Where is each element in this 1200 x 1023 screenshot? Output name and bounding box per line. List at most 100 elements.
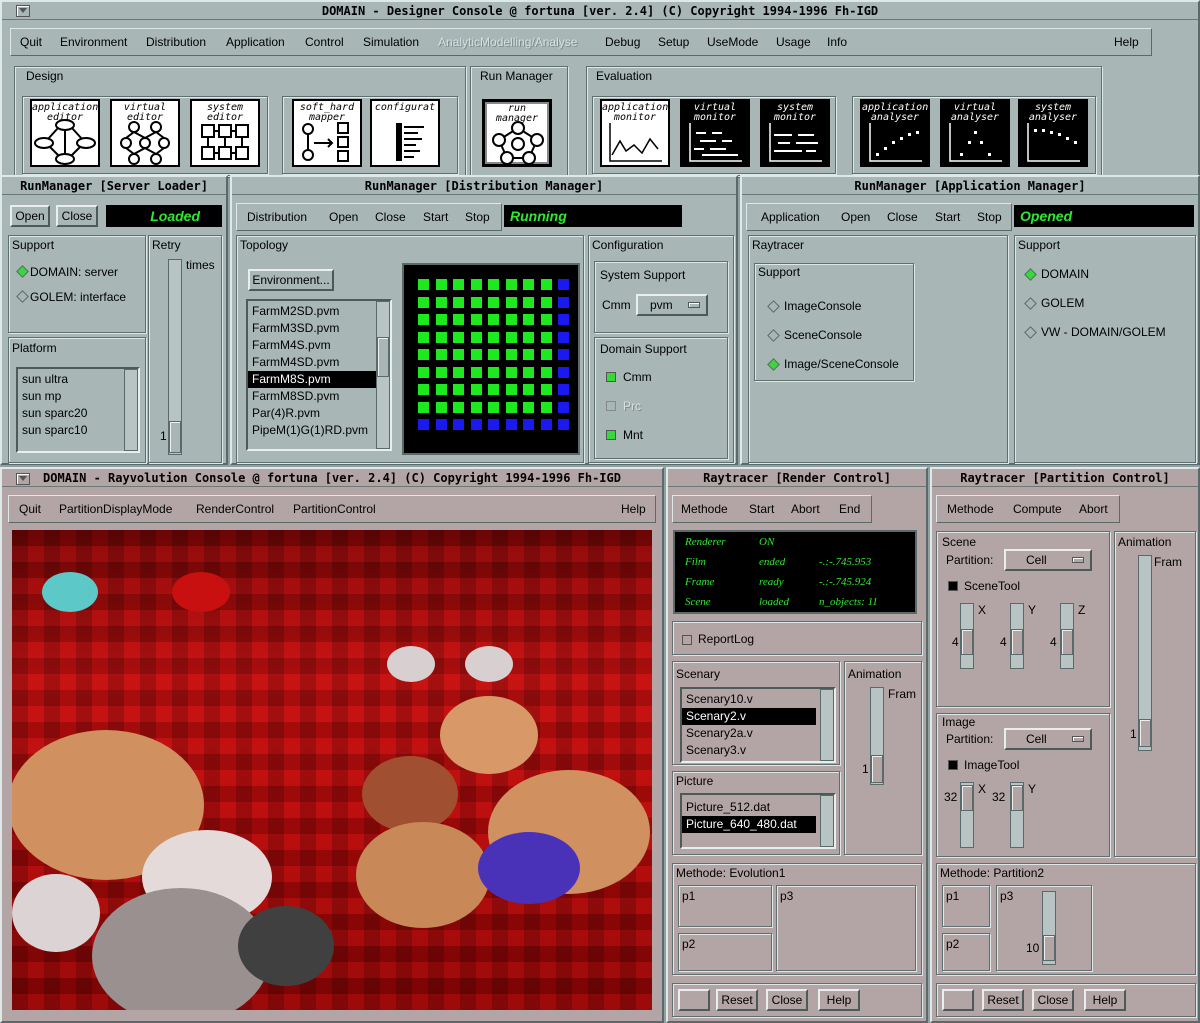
picture-list[interactable]: Picture_512.dat Picture_640_480.dat <box>680 793 836 849</box>
list-item[interactable]: Scenary10.v <box>682 691 834 708</box>
system-monitor-tool[interactable]: system monitor <box>760 99 830 167</box>
menu-distribution[interactable]: Distribution <box>146 35 206 49</box>
list-item[interactable]: PipeM(1)G(1)RD.pvm <box>248 422 390 439</box>
menu-partition-display-mode[interactable]: PartitionDisplayMode <box>59 502 172 516</box>
blank-button[interactable] <box>942 989 974 1011</box>
menu-compute[interactable]: Compute <box>1013 502 1062 516</box>
animation-slider-thumb[interactable] <box>871 755 883 783</box>
help-button[interactable]: Help <box>1084 989 1126 1011</box>
menu-help[interactable]: Help <box>621 502 646 516</box>
image-y-slider-thumb[interactable] <box>1011 785 1023 811</box>
list-item[interactable]: sun ultra <box>18 371 138 388</box>
application-monitor-tool[interactable]: application monitor <box>600 99 670 167</box>
menu-render-control[interactable]: RenderControl <box>196 502 274 516</box>
y-slider-thumb[interactable] <box>1011 629 1023 655</box>
menu-application[interactable]: Application <box>761 210 820 224</box>
menu-quit[interactable]: Quit <box>20 35 42 49</box>
scene-tool-checkbox[interactable] <box>948 581 958 591</box>
list-item[interactable]: Scenary3.v <box>682 742 834 759</box>
soft-hard-mapper-tool[interactable]: soft_hard mapper <box>292 99 362 167</box>
menu-start[interactable]: Start <box>935 210 960 224</box>
cmm-dropdown[interactable]: pvm <box>636 294 708 316</box>
image-tool-checkbox[interactable] <box>948 760 958 770</box>
menu-environment[interactable]: Environment <box>60 35 127 49</box>
list-item-selected[interactable]: Scenary2.v <box>682 708 816 725</box>
scenary-list[interactable]: Scenary10.v Scenary2.v Scenary2a.v Scena… <box>680 687 836 763</box>
p3-slider-thumb[interactable] <box>1043 935 1055 961</box>
list-item[interactable]: sun sparc10 <box>18 422 138 439</box>
menu-simulation[interactable]: Simulation <box>363 35 419 49</box>
list-item-selected[interactable]: FarmM8S.pvm <box>248 371 376 388</box>
application-editor-tool[interactable]: application editor <box>30 99 100 167</box>
image-x-slider-thumb[interactable] <box>961 785 973 811</box>
help-button[interactable]: Help <box>818 989 860 1011</box>
cmm-checkbox[interactable] <box>606 372 616 382</box>
menu-setup[interactable]: Setup <box>658 35 689 49</box>
virtual-analyser-tool[interactable]: virtual analyser <box>940 99 1010 167</box>
open-button[interactable]: Open <box>10 205 50 227</box>
system-editor-tool[interactable]: system editor <box>190 99 260 167</box>
scene-partition-dropdown[interactable]: Cell <box>1004 549 1092 571</box>
list-item[interactable]: Scenary2a.v <box>682 725 834 742</box>
menu-end[interactable]: End <box>839 502 860 516</box>
menu-close[interactable]: Close <box>887 210 918 224</box>
menu-start[interactable]: Start <box>749 502 774 516</box>
environment-button[interactable]: Environment... <box>248 269 334 291</box>
menu-start[interactable]: Start <box>423 210 448 224</box>
menu-application[interactable]: Application <box>226 35 285 49</box>
system-analyser-tool[interactable]: system analyser <box>1018 99 1088 167</box>
list-item[interactable]: sun sparc20 <box>18 405 138 422</box>
menu-close[interactable]: Close <box>375 210 406 224</box>
image-partition-dropdown[interactable]: Cell <box>1004 728 1092 750</box>
menu-open[interactable]: Open <box>841 210 870 224</box>
menu-quit[interactable]: Quit <box>19 502 41 516</box>
menu-abort[interactable]: Abort <box>1079 502 1108 516</box>
virtual-monitor-tool[interactable]: virtual monitor <box>680 99 750 167</box>
x-slider-thumb[interactable] <box>961 629 973 655</box>
menu-stop[interactable]: Stop <box>977 210 1002 224</box>
menu-partition-control[interactable]: PartitionControl <box>293 502 376 516</box>
list-item[interactable]: sun mp <box>18 388 138 405</box>
menu-methode[interactable]: Methode <box>947 502 994 516</box>
menu-methode[interactable]: Methode <box>681 502 728 516</box>
animation-slider-thumb[interactable] <box>1139 719 1151 747</box>
close-button[interactable]: Close <box>766 989 808 1011</box>
list-item-selected[interactable]: Picture_640_480.dat <box>682 816 816 833</box>
report-log-checkbox[interactable] <box>682 635 692 645</box>
param-p3-box[interactable] <box>776 885 916 971</box>
close-button[interactable]: Close <box>56 205 98 227</box>
menu-debug[interactable]: Debug <box>605 35 640 49</box>
run-manager-tool[interactable]: run manager <box>482 99 552 167</box>
menu-open[interactable]: Open <box>329 210 358 224</box>
window-menu-icon[interactable] <box>16 5 30 17</box>
picture-scrollbar[interactable] <box>820 795 834 847</box>
topology-file-list[interactable]: FarmM2SD.pvm FarmM3SD.pvm FarmM4S.pvm Fa… <box>246 299 392 451</box>
list-item[interactable]: FarmM4SD.pvm <box>248 354 390 371</box>
menu-usemode[interactable]: UseMode <box>707 35 758 49</box>
list-item[interactable]: Picture_512.dat <box>682 799 834 816</box>
list-item[interactable]: Par(4)R.pvm <box>248 405 390 422</box>
virtual-editor-tool[interactable]: virtual editor <box>110 99 180 167</box>
z-slider-thumb[interactable] <box>1061 629 1073 655</box>
menu-usage[interactable]: Usage <box>776 35 811 49</box>
topology-scrollbar-thumb[interactable] <box>377 337 389 377</box>
reset-button[interactable]: Reset <box>982 989 1024 1011</box>
window-menu-icon[interactable] <box>16 473 30 485</box>
platform-list[interactable]: sun ultra sun mp sun sparc20 sun sparc10 <box>16 367 140 453</box>
menu-help[interactable]: Help <box>1114 35 1139 49</box>
list-item[interactable]: FarmM4S.pvm <box>248 337 390 354</box>
blank-button[interactable] <box>678 989 710 1011</box>
close-button[interactable]: Close <box>1032 989 1074 1011</box>
menu-stop[interactable]: Stop <box>465 210 490 224</box>
list-item[interactable]: FarmM8SD.pvm <box>248 388 390 405</box>
configurator-tool[interactable]: configurat <box>370 99 440 167</box>
list-item[interactable]: FarmM3SD.pvm <box>248 320 390 337</box>
reset-button[interactable]: Reset <box>716 989 758 1011</box>
menu-abort[interactable]: Abort <box>791 502 820 516</box>
application-analyser-tool[interactable]: application analyser <box>860 99 930 167</box>
platform-scrollbar[interactable] <box>124 369 138 451</box>
scenary-scrollbar[interactable] <box>820 689 834 761</box>
mnt-checkbox[interactable] <box>606 430 616 440</box>
menu-info[interactable]: Info <box>827 35 847 49</box>
list-item[interactable]: FarmM2SD.pvm <box>248 303 390 320</box>
